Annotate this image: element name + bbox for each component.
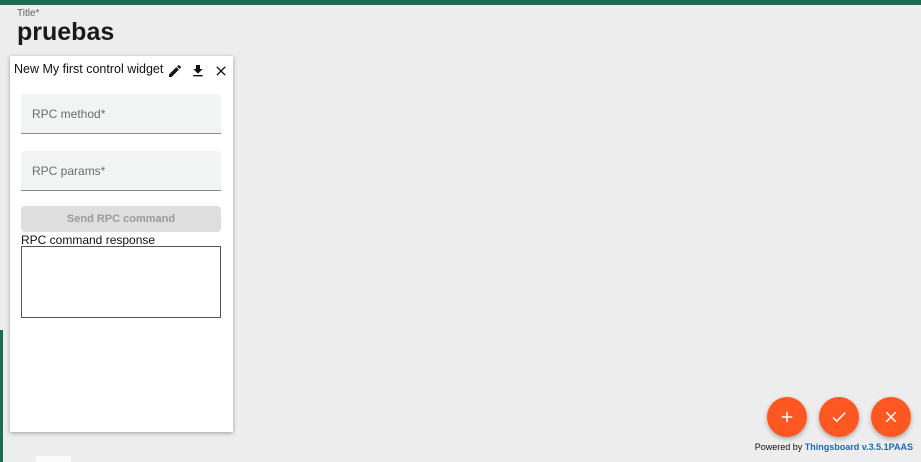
add-icon xyxy=(778,408,796,426)
widget-header: New My first control widget xyxy=(10,56,233,84)
left-edge-accent xyxy=(0,330,3,462)
powered-by-footer: Powered by Thingsboard v.3.5.1PAAS xyxy=(755,442,913,452)
edit-icon[interactable] xyxy=(167,63,183,79)
close-icon xyxy=(882,408,900,426)
dashboard-title-input[interactable]: pruebas xyxy=(17,18,114,47)
rpc-params-field xyxy=(21,151,221,191)
top-accent-strip xyxy=(0,0,921,5)
rpc-method-input[interactable] xyxy=(21,94,221,133)
bottom-panel-edge xyxy=(36,456,71,462)
check-icon xyxy=(830,408,848,426)
widget-title: New My first control widget xyxy=(14,62,164,76)
thingsboard-version-link[interactable]: Thingsboard v.3.5.1PAAS xyxy=(805,442,913,452)
decline-changes-button[interactable] xyxy=(871,397,911,437)
close-icon[interactable] xyxy=(213,63,229,79)
rpc-method-field xyxy=(21,94,221,134)
download-icon[interactable] xyxy=(190,63,206,79)
rpc-control-widget: New My first control widget Send RPC com… xyxy=(10,56,233,432)
send-rpc-command-button[interactable]: Send RPC command xyxy=(21,206,221,232)
rpc-response-label: RPC command response xyxy=(21,233,156,247)
powered-by-text: Powered by xyxy=(754,442,803,452)
rpc-response-box xyxy=(21,246,221,318)
add-widget-button[interactable] xyxy=(767,397,807,437)
apply-changes-button[interactable] xyxy=(819,397,859,437)
rpc-params-input[interactable] xyxy=(21,151,221,190)
